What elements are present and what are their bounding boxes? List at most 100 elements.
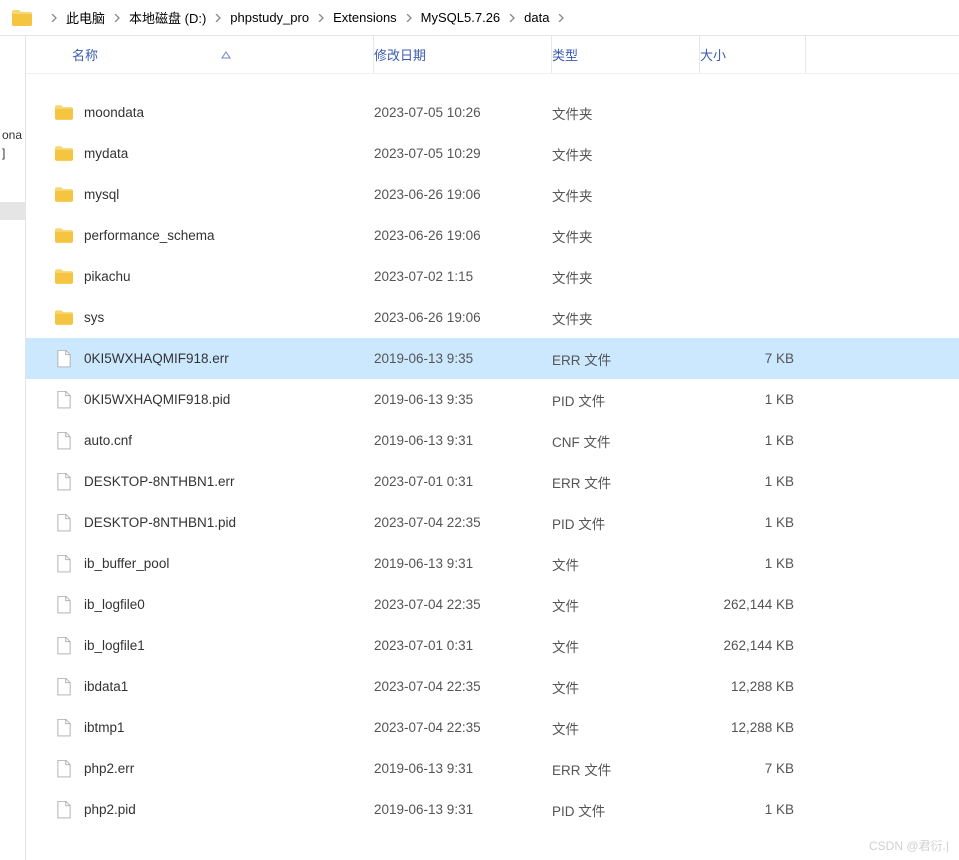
table-row[interactable]: auto.cnf2019-06-13 9:31CNF 文件1 KB [26,420,959,461]
file-icon [54,636,74,656]
breadcrumb: 此电脑 本地磁盘 (D:) phpstudy_pro Extensions My… [0,0,959,36]
file-size: 12,288 KB [700,679,806,694]
file-date: 2023-07-05 10:26 [374,105,552,120]
file-size: 262,144 KB [700,597,806,612]
chevron-right-icon[interactable] [50,14,58,22]
chevron-right-icon[interactable] [508,14,516,22]
file-icon [54,390,74,410]
file-name: moondata [84,105,374,120]
file-type: CNF 文件 [552,431,700,451]
chevron-right-icon[interactable] [557,14,565,22]
file-size: 7 KB [700,351,806,366]
chevron-right-icon[interactable] [317,14,325,22]
table-row[interactable]: DESKTOP-8NTHBN1.pid2023-07-04 22:35PID 文… [26,502,959,543]
table-row[interactable]: ibdata12023-07-04 22:35文件12,288 KB [26,666,959,707]
column-header-type[interactable]: 类型 [552,36,700,73]
table-row[interactable]: moondata2023-07-05 10:26文件夹 [26,92,959,133]
file-date: 2023-07-05 10:29 [374,146,552,161]
file-type: 文件夹 [552,103,700,123]
file-icon [54,759,74,779]
file-date: 2023-07-04 22:35 [374,515,552,530]
breadcrumb-item-drive-d[interactable]: 本地磁盘 (D:) [129,8,206,27]
file-date: 2019-06-13 9:31 [374,433,552,448]
file-type: PID 文件 [552,390,700,410]
table-row[interactable]: ib_logfile02023-07-04 22:35文件262,144 KB [26,584,959,625]
file-type: ERR 文件 [552,349,700,369]
sort-ascending-icon [221,48,231,58]
breadcrumb-item-extensions[interactable]: Extensions [333,10,397,25]
file-type: 文件夹 [552,144,700,164]
file-type: ERR 文件 [552,759,700,779]
chevron-right-icon[interactable] [113,14,121,22]
table-row[interactable]: sys2023-06-26 19:06文件夹 [26,297,959,338]
file-size: 1 KB [700,515,806,530]
file-date: 2019-06-13 9:35 [374,351,552,366]
file-type: 文件夹 [552,267,700,287]
folder-icon [54,308,74,328]
file-date: 2019-06-13 9:35 [374,392,552,407]
breadcrumb-item-phpstudy[interactable]: phpstudy_pro [230,10,309,25]
file-icon [54,718,74,738]
file-size: 1 KB [700,392,806,407]
file-date: 2023-07-02 1:15 [374,269,552,284]
column-headers: 名称 修改日期 类型 大小 [26,36,959,74]
file-icon [54,800,74,820]
table-row[interactable]: 0KI5WXHAQMIF918.pid2019-06-13 9:35PID 文件… [26,379,959,420]
table-row[interactable]: performance_schema2023-06-26 19:06文件夹 [26,215,959,256]
file-type: 文件 [552,636,700,656]
file-size: 1 KB [700,433,806,448]
file-type: ERR 文件 [552,472,700,492]
column-header-name[interactable]: 名称 [26,36,374,73]
file-size: 1 KB [700,474,806,489]
file-date: 2019-06-13 9:31 [374,761,552,776]
file-name: ibtmp1 [84,720,374,735]
column-header-date[interactable]: 修改日期 [374,36,552,73]
file-date: 2023-07-04 22:35 [374,679,552,694]
watermark: CSDN @君衍.| [869,837,949,854]
table-row[interactable]: mydata2023-07-05 10:29文件夹 [26,133,959,174]
chevron-right-icon[interactable] [214,14,222,22]
file-name: DESKTOP-8NTHBN1.pid [84,515,374,530]
chevron-right-icon[interactable] [405,14,413,22]
table-row[interactable]: pikachu2023-07-02 1:15文件夹 [26,256,959,297]
nav-selection [0,202,25,220]
breadcrumb-item-mysql5726[interactable]: MySQL5.7.26 [421,10,501,25]
file-icon [54,472,74,492]
file-icon [54,431,74,451]
table-row[interactable]: ibtmp12023-07-04 22:35文件12,288 KB [26,707,959,748]
file-type: PID 文件 [552,800,700,820]
table-row[interactable]: php2.pid2019-06-13 9:31PID 文件1 KB [26,789,959,830]
table-row[interactable]: mysql2023-06-26 19:06文件夹 [26,174,959,215]
file-name: ib_logfile1 [84,638,374,653]
file-list-pane: 名称 修改日期 类型 大小 moondata2023-07-05 10:26文件… [26,36,959,860]
table-row[interactable]: php2.err2019-06-13 9:31ERR 文件7 KB [26,748,959,789]
table-row[interactable]: ib_buffer_pool2019-06-13 9:31文件1 KB [26,543,959,584]
file-date: 2023-07-04 22:35 [374,720,552,735]
column-header-size[interactable]: 大小 [700,36,806,73]
file-date: 2019-06-13 9:31 [374,802,552,817]
file-icon [54,554,74,574]
file-name: 0KI5WXHAQMIF918.pid [84,392,374,407]
file-icon [54,513,74,533]
navigation-pane[interactable]: ona ] [0,36,26,860]
folder-icon [54,103,74,123]
file-type: 文件 [552,595,700,615]
breadcrumb-item-data[interactable]: data [524,10,549,25]
file-icon [54,595,74,615]
file-date: 2023-06-26 19:06 [374,310,552,325]
file-size: 1 KB [700,802,806,817]
folder-icon [12,10,32,26]
table-row[interactable]: DESKTOP-8NTHBN1.err2023-07-01 0:31ERR 文件… [26,461,959,502]
table-row[interactable]: ib_logfile12023-07-01 0:31文件262,144 KB [26,625,959,666]
breadcrumb-item-this-pc[interactable]: 此电脑 [66,8,105,27]
file-type: 文件夹 [552,308,700,328]
nav-text: ona [0,126,25,144]
file-date: 2023-06-26 19:06 [374,228,552,243]
folder-icon [54,267,74,287]
file-name: php2.err [84,761,374,776]
folder-icon [54,185,74,205]
file-name: ib_logfile0 [84,597,374,612]
file-size: 1 KB [700,556,806,571]
file-date: 2019-06-13 9:31 [374,556,552,571]
table-row[interactable]: 0KI5WXHAQMIF918.err2019-06-13 9:35ERR 文件… [26,338,959,379]
